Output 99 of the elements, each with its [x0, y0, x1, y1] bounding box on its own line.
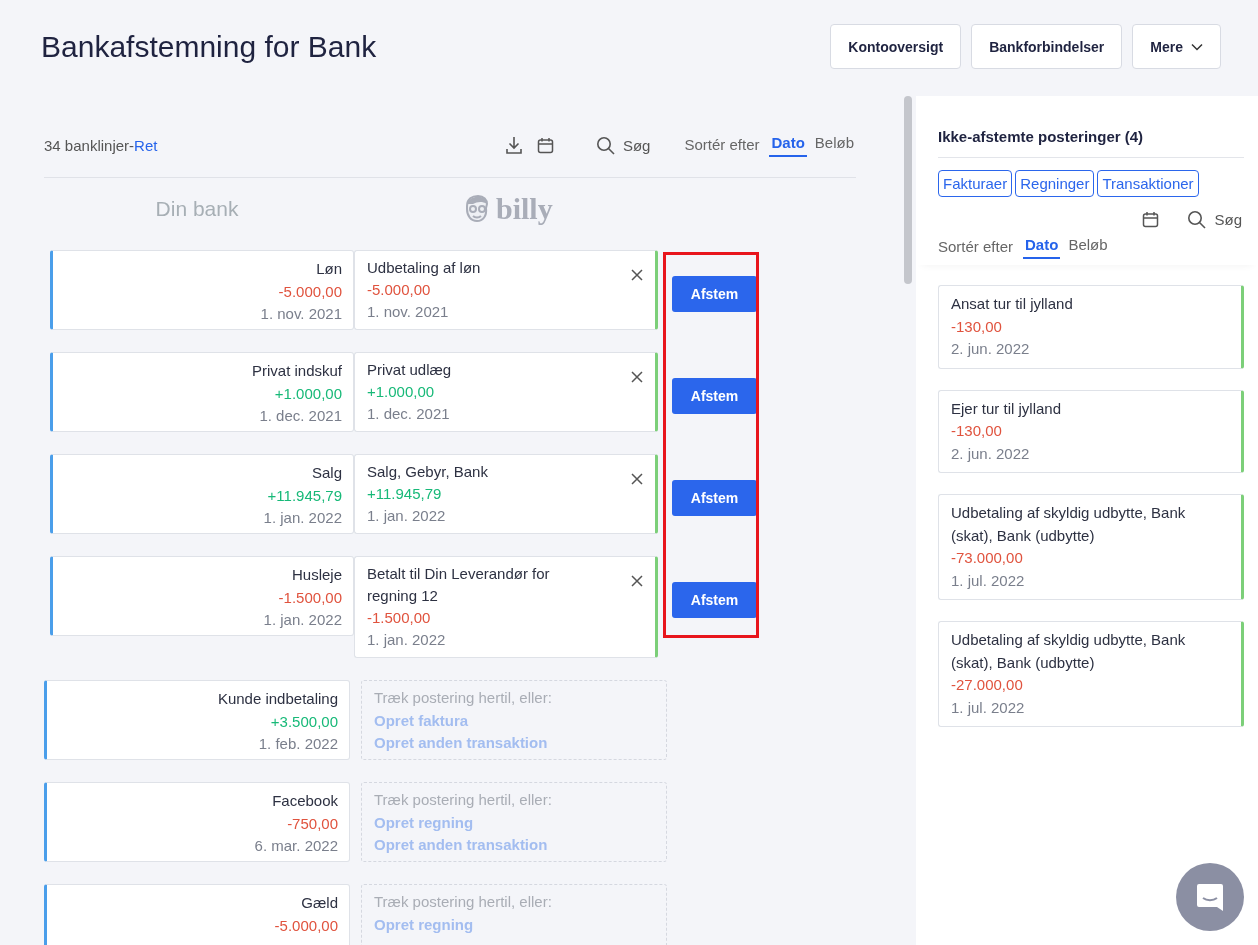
close-icon[interactable]: [631, 473, 643, 485]
download-icon[interactable]: [504, 135, 523, 155]
page-title: Bankafstemning for Bank: [41, 29, 377, 64]
entry-card[interactable]: Udbetaling af skyldig udbytte, Bank (skat), Bank (udbytte) -73.000,00 1. jul. 2022: [938, 494, 1244, 600]
calendar-icon[interactable]: [536, 136, 554, 154]
bank-line-name: Facebook: [272, 791, 338, 811]
entry-amount: +1.000,00: [367, 382, 436, 402]
bank-line-date: 6. mar. 2022: [254, 836, 338, 856]
bank-line-name: Salg: [311, 463, 342, 483]
entry-date: 1. jul. 2022: [951, 697, 1026, 718]
column-heading: Din bank: [154, 197, 240, 221]
bank-line-date: 1. feb. 2022: [258, 734, 338, 754]
bank-line-card[interactable]: Facebook -750,00 6. mar. 2022: [44, 782, 350, 862]
bank-line-date: 1. jan. 2022: [263, 508, 342, 528]
entry-name: Ansat tur til jylland: [951, 294, 1074, 314]
bank-line-card[interactable]: Kunde indbetaling +3.500,00 1. feb. 2022: [44, 680, 350, 760]
drop-hint: Træk postering hertil, eller:: [374, 892, 553, 912]
entry-name: Ejer tur til jylland: [951, 398, 1063, 419]
entry-date: 1. jan. 2022: [367, 506, 447, 526]
entry-name: Privat udlæg: [367, 360, 452, 380]
entry-name: Betalt til Din Leverandør for regning 12: [367, 564, 551, 606]
bank-line-name: Kunde indbetaling: [217, 689, 338, 709]
entry-amount: -5.000,00: [367, 280, 432, 300]
entry-date: 1. jan. 2022: [367, 630, 447, 650]
header-button[interactable]: Bankforbindelser: [971, 24, 1123, 69]
sort-label: Sortér efter: [684, 135, 760, 155]
sort-tab[interactable]: Beløb: [1066, 236, 1110, 259]
bank-line-card[interactable]: Gæld -5.000,00: [44, 884, 350, 945]
search-icon: [1187, 210, 1207, 229]
entry-card[interactable]: Salg, Gebyr, Bank +11.945,79 1. jan. 2022: [354, 454, 658, 534]
filter-button[interactable]: Regninger: [1015, 170, 1095, 197]
search-button[interactable]: Søg: [1187, 210, 1242, 229]
drop-hint: Træk postering hertil, eller:: [374, 790, 553, 810]
bank-line-name: Gæld: [301, 893, 338, 913]
entry-amount: -1.500,00: [367, 608, 432, 628]
filter-button[interactable]: Fakturaer: [938, 170, 1013, 197]
entry-name: Salg, Gebyr, Bank: [367, 462, 488, 482]
bank-line-amount: -1.500,00: [278, 587, 342, 608]
close-icon[interactable]: [631, 269, 643, 281]
bank-line-amount: -5.000,00: [274, 915, 338, 936]
bank-line-amount: -750,00: [287, 813, 338, 834]
close-icon[interactable]: [631, 371, 643, 383]
close-icon[interactable]: [631, 575, 643, 587]
entry-amount: -130,00: [951, 421, 1003, 441]
entry-date: 2. jun. 2022: [951, 443, 1031, 464]
search-button[interactable]: Søg: [595, 135, 651, 155]
bank-line-card[interactable]: Løn -5.000,00 1. nov. 2021: [50, 250, 354, 330]
entry-amount: -27.000,00: [951, 675, 1024, 695]
entry-date: 2. jun. 2022: [951, 339, 1031, 359]
entry-card[interactable]: Ansat tur til jylland -130,00 2. jun. 2022: [938, 285, 1244, 369]
entry-name: Udbetaling af skyldig udbytte, Bank (skat), Bank (udbytte): [951, 630, 1187, 673]
bank-line-date: 1. dec. 2021: [259, 406, 342, 426]
sort-tab[interactable]: Dato: [769, 133, 807, 157]
bank-line-amount: -5.000,00: [278, 281, 342, 302]
header-button[interactable]: Kontooversigt: [830, 24, 962, 69]
entry-date: 1. jul. 2022: [951, 570, 1026, 591]
entry-date: 1. dec. 2021: [367, 404, 451, 424]
scrollbar-thumb[interactable]: [904, 96, 912, 284]
filter-button[interactable]: Transaktioner: [1097, 170, 1199, 197]
reconcile-button[interactable]: Afstem: [672, 480, 757, 516]
entry-amount: -130,00: [951, 316, 1003, 337]
face-icon: [464, 194, 490, 224]
reconcile-button[interactable]: Afstem: [672, 378, 757, 414]
reconcile-button[interactable]: Afstem: [672, 582, 757, 618]
entry-amount: +11.945,79: [367, 484, 443, 504]
chat-icon: [1195, 882, 1225, 912]
drop-hint: Træk postering hertil, eller:: [374, 688, 553, 708]
billy-logo-text: billy: [496, 192, 553, 226]
edit-link[interactable]: Ret: [134, 136, 158, 154]
bank-line-count: 34 banklinjer-: [44, 136, 135, 154]
bank-line-card[interactable]: Husleje -1.500,00 1. jan. 2022: [50, 556, 354, 636]
bank-line-amount: +1.000,00: [274, 383, 342, 404]
chevron-down-icon: [1191, 42, 1203, 51]
entry-card[interactable]: Udbetaling af skyldig udbytte, Bank (skat), Bank (udbytte) -27.000,00 1. jul. 2022: [938, 621, 1244, 727]
entry-date: 1. nov. 2021: [367, 302, 450, 322]
bank-line-name: Husleje: [291, 565, 342, 585]
sort-tab[interactable]: Dato: [1023, 236, 1061, 259]
reconcile-button[interactable]: Afstem: [672, 276, 757, 312]
calendar-icon[interactable]: [1142, 211, 1160, 228]
sort-tab[interactable]: Beløb: [812, 133, 856, 157]
bank-line-amount: +11.945,79: [267, 485, 342, 506]
bank-line-date: 1. nov. 2021: [260, 304, 342, 324]
header-button[interactable]: Mere: [1132, 24, 1221, 69]
search-icon: [595, 135, 615, 155]
panel-title: Ikke-afstemte posteringer (4): [938, 128, 1244, 158]
entry-card[interactable]: Privat udlæg +1.000,00 1. dec. 2021: [354, 352, 658, 432]
bank-line-date: 1. jan. 2022: [263, 610, 342, 630]
entry-card[interactable]: Ejer tur til jylland -130,00 2. jun. 2022: [938, 389, 1244, 473]
bank-line-amount: +3.500,00: [270, 711, 338, 732]
entry-name: Udbetaling af løn: [367, 258, 481, 278]
bank-line-card[interactable]: Salg +11.945,79 1. jan. 2022: [50, 454, 354, 534]
bank-line-name: Privat indskuf: [251, 361, 342, 381]
bank-line-name: Løn: [316, 259, 342, 279]
entry-name: Udbetaling af skyldig udbytte, Bank (skat), Bank (udbytte): [951, 503, 1187, 546]
entry-card[interactable]: Udbetaling af løn -5.000,00 1. nov. 2021: [354, 250, 658, 330]
sort-label: Sortér efter: [938, 238, 1014, 257]
bank-line-card[interactable]: Privat indskuf +1.000,00 1. dec. 2021: [50, 352, 354, 432]
entry-amount: -73.000,00: [951, 548, 1024, 568]
entry-card[interactable]: Betalt til Din Leverandør for regning 12 -1.500,00 1. jan. 2022: [354, 556, 658, 658]
